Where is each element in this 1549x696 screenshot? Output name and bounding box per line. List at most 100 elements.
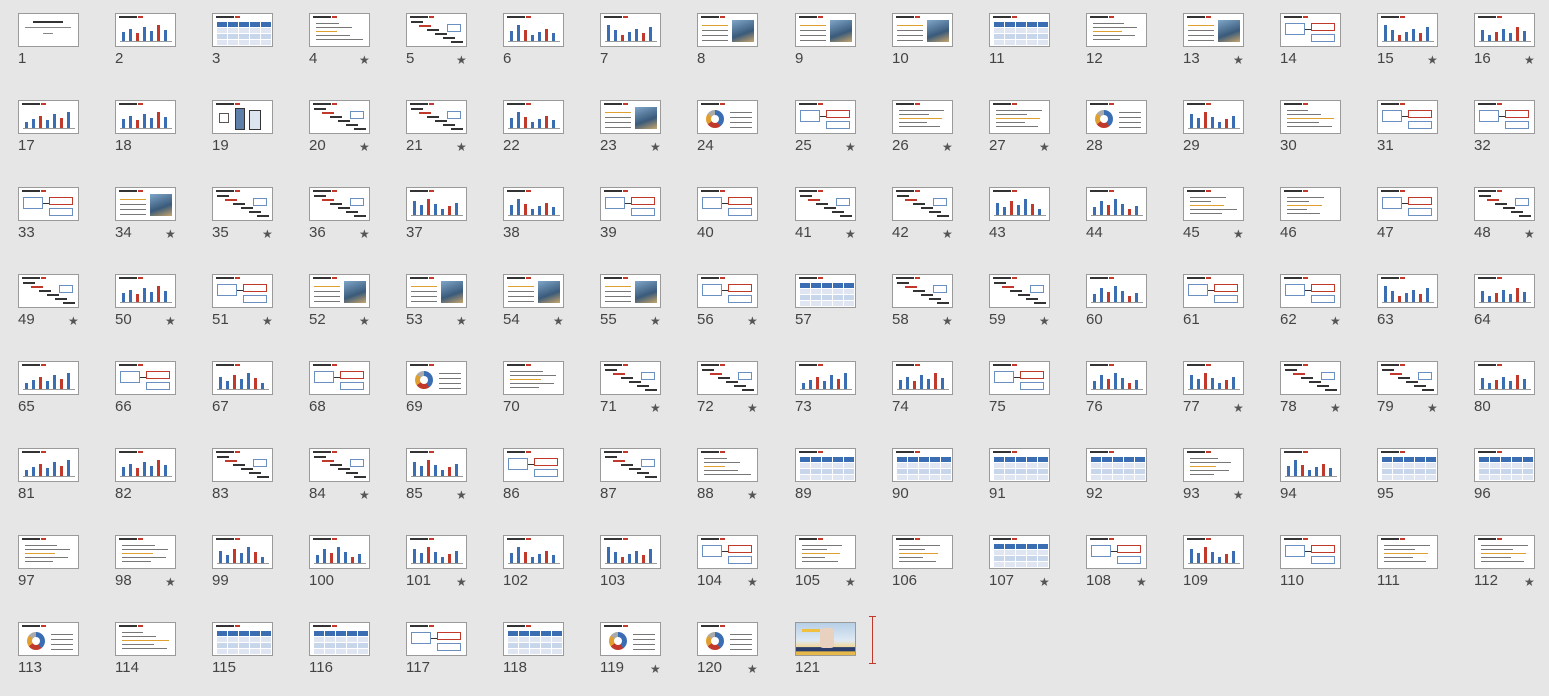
animation-star-icon[interactable]: ★	[359, 54, 370, 66]
slide-thumbnail[interactable]	[309, 274, 370, 308]
slide-45[interactable]: 45 ★	[1165, 174, 1262, 261]
slide-thumbnail[interactable]	[503, 448, 564, 482]
slide-thumbnail[interactable]	[989, 535, 1050, 569]
slide-9[interactable]: 9	[777, 0, 874, 87]
slide-thumbnail[interactable]	[892, 187, 953, 221]
slide-17[interactable]: 17	[0, 87, 97, 174]
slide-80[interactable]: 80	[1456, 348, 1549, 435]
slide-thumbnail[interactable]	[212, 100, 273, 134]
slide-thumbnail[interactable]	[503, 622, 564, 656]
slide-thumbnail[interactable]	[212, 274, 273, 308]
slide-thumbnail[interactable]	[18, 187, 79, 221]
animation-star-icon[interactable]: ★	[650, 402, 661, 414]
animation-star-icon[interactable]: ★	[747, 315, 758, 327]
slide-thumbnail[interactable]	[115, 187, 176, 221]
slide-thumbnail[interactable]	[1086, 448, 1147, 482]
slide-95[interactable]: 95	[1359, 435, 1456, 522]
slide-77[interactable]: 77 ★	[1165, 348, 1262, 435]
slide-7[interactable]: 7	[582, 0, 679, 87]
slide-107[interactable]: 107 ★	[971, 522, 1068, 609]
slide-118[interactable]: 118	[485, 609, 582, 696]
slide-thumbnail[interactable]	[600, 187, 661, 221]
slide-thumbnail[interactable]	[18, 535, 79, 569]
slide-50[interactable]: 50 ★	[97, 261, 194, 348]
slide-thumbnail[interactable]	[406, 274, 467, 308]
slide-thumbnail[interactable]	[892, 100, 953, 134]
slide-16[interactable]: 16 ★	[1456, 0, 1549, 87]
slide-83[interactable]: 83	[194, 435, 291, 522]
animation-star-icon[interactable]: ★	[747, 663, 758, 675]
animation-star-icon[interactable]: ★	[650, 141, 661, 153]
slide-102[interactable]: 102	[485, 522, 582, 609]
slide-69[interactable]: 69	[388, 348, 485, 435]
slide-90[interactable]: 90	[874, 435, 971, 522]
slide-thumbnail[interactable]	[697, 535, 758, 569]
slide-14[interactable]: 14	[1262, 0, 1359, 87]
slide-27[interactable]: 27 ★	[971, 87, 1068, 174]
slide-thumbnail[interactable]	[18, 361, 79, 395]
animation-star-icon[interactable]: ★	[456, 489, 467, 501]
slide-thumbnail[interactable]	[1377, 448, 1438, 482]
slide-94[interactable]: 94	[1262, 435, 1359, 522]
slide-thumbnail[interactable]	[1086, 187, 1147, 221]
animation-star-icon[interactable]: ★	[359, 228, 370, 240]
slide-87[interactable]: 87	[582, 435, 679, 522]
slide-120[interactable]: 120 ★	[679, 609, 776, 696]
slide-thumbnail[interactable]	[1086, 535, 1147, 569]
slide-thumbnail[interactable]	[1377, 361, 1438, 395]
slide-42[interactable]: 42 ★	[874, 174, 971, 261]
slide-55[interactable]: 55 ★	[582, 261, 679, 348]
animation-star-icon[interactable]: ★	[262, 228, 273, 240]
slide-thumbnail[interactable]	[697, 361, 758, 395]
slide-31[interactable]: 31	[1359, 87, 1456, 174]
slide-8[interactable]: 8	[679, 0, 776, 87]
slide-96[interactable]: 96	[1456, 435, 1549, 522]
slide-thumbnail[interactable]	[1474, 100, 1535, 134]
animation-star-icon[interactable]: ★	[650, 315, 661, 327]
slide-121[interactable]: 121	[777, 609, 874, 696]
slide-36[interactable]: 36 ★	[291, 174, 388, 261]
slide-32[interactable]: 32	[1456, 87, 1549, 174]
slide-44[interactable]: 44	[1068, 174, 1165, 261]
slide-thumbnail[interactable]	[892, 448, 953, 482]
animation-star-icon[interactable]: ★	[1136, 576, 1147, 588]
slide-thumbnail[interactable]	[600, 622, 661, 656]
animation-star-icon[interactable]: ★	[1233, 54, 1244, 66]
slide-thumbnail[interactable]	[697, 13, 758, 47]
slide-thumbnail[interactable]	[115, 100, 176, 134]
slide-thumbnail[interactable]	[18, 100, 79, 134]
slide-thumbnail[interactable]	[892, 274, 953, 308]
slide-38[interactable]: 38	[485, 174, 582, 261]
slide-99[interactable]: 99	[194, 522, 291, 609]
slide-thumbnail[interactable]	[1474, 13, 1535, 47]
slide-thumbnail[interactable]	[309, 622, 370, 656]
slide-12[interactable]: 12	[1068, 0, 1165, 87]
slide-thumbnail[interactable]	[600, 13, 661, 47]
slide-thumbnail[interactable]	[989, 13, 1050, 47]
slide-thumbnail[interactable]	[600, 448, 661, 482]
slide-3[interactable]: 3	[194, 0, 291, 87]
slide-37[interactable]: 37	[388, 174, 485, 261]
slide-64[interactable]: 64	[1456, 261, 1549, 348]
slide-thumbnail[interactable]	[115, 13, 176, 47]
slide-108[interactable]: 108 ★	[1068, 522, 1165, 609]
slide-114[interactable]: 114	[97, 609, 194, 696]
animation-star-icon[interactable]: ★	[553, 315, 564, 327]
slide-thumbnail[interactable]	[795, 274, 856, 308]
slide-thumbnail[interactable]	[406, 535, 467, 569]
slide-113[interactable]: 113	[0, 609, 97, 696]
slide-6[interactable]: 6	[485, 0, 582, 87]
slide-thumbnail[interactable]	[18, 13, 79, 47]
slide-46[interactable]: 46	[1262, 174, 1359, 261]
slide-81[interactable]: 81	[0, 435, 97, 522]
slide-thumbnail[interactable]	[212, 622, 273, 656]
slide-43[interactable]: 43	[971, 174, 1068, 261]
slide-thumbnail[interactable]	[1377, 274, 1438, 308]
slide-84[interactable]: 84 ★	[291, 435, 388, 522]
slide-thumbnail[interactable]	[697, 448, 758, 482]
slide-48[interactable]: 48 ★	[1456, 174, 1549, 261]
slide-thumbnail[interactable]	[18, 274, 79, 308]
animation-star-icon[interactable]: ★	[747, 402, 758, 414]
slide-19[interactable]: 19	[194, 87, 291, 174]
slide-thumbnail[interactable]	[795, 535, 856, 569]
